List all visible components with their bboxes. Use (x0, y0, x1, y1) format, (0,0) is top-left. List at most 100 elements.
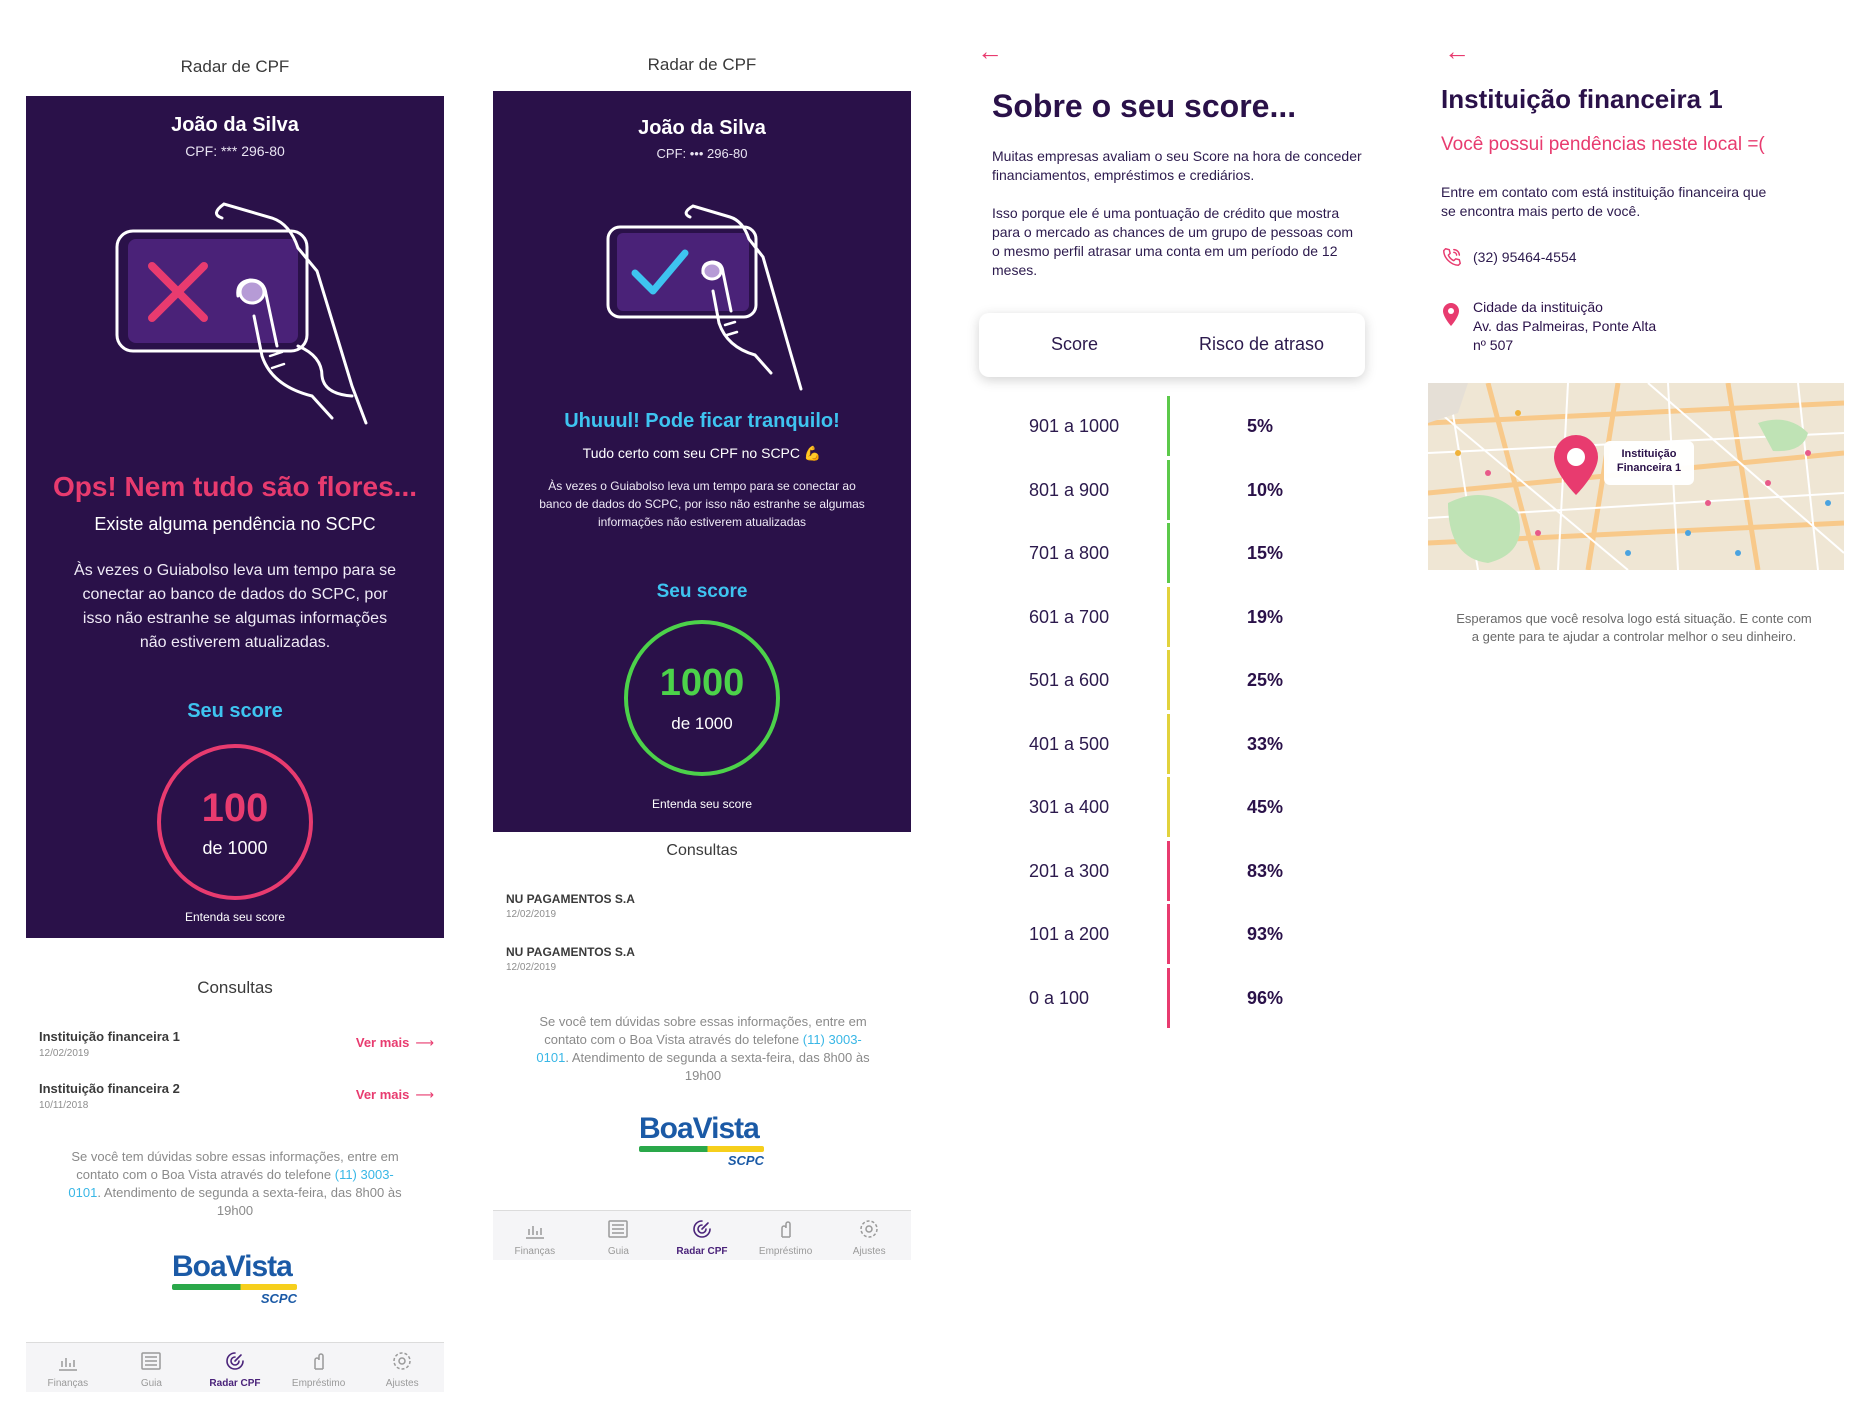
tab-bar: Finanças Guia Radar CPF Empréstimo Ajust… (493, 1210, 911, 1260)
consulta-name: NU PAGAMENTOS S.A (506, 945, 635, 959)
card-denied-illustration (115, 202, 368, 425)
ver-mais-link[interactable]: Ver mais ⟶ (356, 1035, 434, 1051)
boavista-logo: BoaVista SCPC (639, 1112, 764, 1168)
risk-color-bar (1167, 396, 1170, 456)
screen-score-negative: Radar de CPF João da Silva CPF: *** 296-… (26, 0, 444, 1419)
tab-emprestimo[interactable]: Empréstimo (744, 1211, 828, 1261)
score-of: de 1000 (202, 838, 268, 858)
gear-icon (393, 1352, 411, 1370)
back-arrow-icon[interactable]: ← (1444, 38, 1470, 64)
understand-score-link[interactable]: Entenda seu score (493, 797, 911, 811)
score-range: 901 a 1000 (1029, 416, 1120, 436)
risk-percent: 15% (1247, 543, 1284, 563)
tab-ajustes[interactable]: Ajustes (827, 1211, 911, 1261)
chart-icon (525, 1226, 544, 1239)
score-ring: 100 de 1000 (157, 744, 313, 900)
consulta-item[interactable]: Instituição financeira 1 12/02/2019 Ver … (39, 1029, 434, 1063)
location-pin-icon (1443, 303, 1459, 326)
tab-radar-cpf[interactable]: Radar CPF (193, 1343, 277, 1393)
arrow-right-icon: ⟶ (415, 1035, 434, 1050)
consulta-item[interactable]: Instituição financeira 2 10/11/2018 Ver … (39, 1081, 434, 1115)
tab-emprestimo[interactable]: Empréstimo (277, 1343, 361, 1393)
phone-number[interactable]: (32) 95464-4554 (1473, 249, 1577, 265)
score-row: 0 a 100 96% (977, 967, 1377, 1028)
consulta-item[interactable]: NU PAGAMENTOS S.A 12/02/2019 (506, 945, 901, 979)
consulta-item[interactable]: NU PAGAMENTOS S.A 12/02/2019 (506, 892, 901, 926)
consulta-name: Instituição financeira 2 (39, 1081, 180, 1096)
back-arrow-icon[interactable]: ← (977, 38, 1003, 64)
address-city: Cidade da instituição (1473, 299, 1603, 315)
nav-title: Radar de CPF (647, 55, 757, 74)
loan-icon (313, 1353, 324, 1370)
consulta-date: 12/02/2019 (506, 962, 557, 973)
score-of: de 1000 (671, 714, 733, 733)
consultas-title: Consultas (197, 978, 273, 997)
user-name: João da Silva (638, 117, 766, 139)
ver-mais-link[interactable]: Ver mais ⟶ (356, 1087, 434, 1103)
score-hero: João da Silva CPF: *** 296-80 Ops! Nem t… (26, 96, 444, 938)
tab-ajustes[interactable]: Ajustes (360, 1343, 444, 1393)
score-row: 701 a 800 15% (977, 523, 1377, 583)
risk-color-bar (1167, 650, 1170, 710)
risk-percent: 25% (1247, 670, 1284, 690)
risk-color-bar (1167, 967, 1170, 1028)
risk-percent: 19% (1247, 606, 1284, 627)
status-subhead: Existe alguma pendência no SCPC (94, 514, 376, 534)
score-title: Seu score (656, 581, 748, 602)
address-number: nº 507 (1473, 337, 1514, 353)
score-value: 100 (201, 786, 269, 830)
score-row: 301 a 400 45% (977, 777, 1377, 837)
page-title: Instituição financeira 1 (1441, 84, 1723, 114)
score-range: 101 a 200 (1029, 924, 1110, 944)
risk-percent: 33% (1247, 733, 1284, 754)
tab-guia[interactable]: Guia (577, 1211, 661, 1261)
location-map[interactable]: Instituição Financeira 1 (1428, 383, 1844, 570)
risk-color-bar (1167, 840, 1170, 901)
understand-score-link[interactable]: Entenda seu score (26, 910, 444, 924)
score-range: 0 a 100 (1029, 987, 1090, 1008)
score-row: 401 a 500 33% (977, 713, 1377, 774)
risk-percent: 45% (1247, 797, 1284, 817)
consulta-name: NU PAGAMENTOS S.A (506, 892, 635, 906)
risk-color-bar (1167, 904, 1170, 964)
tab-radar-cpf[interactable]: Radar CPF (660, 1211, 744, 1261)
map-marker-label: Instituição Financeira 1 (1616, 448, 1682, 474)
tab-financas[interactable]: Finanças (493, 1211, 577, 1261)
page-title: Sobre o seu score... (992, 88, 1297, 124)
gear-icon (860, 1220, 878, 1238)
tab-guia[interactable]: Guia (110, 1343, 194, 1393)
status-body: Às vezes o Guiabolso leva um tempo para … (74, 562, 396, 651)
help-text: Se você tem dúvidas sobre essas informaç… (536, 1014, 870, 1083)
consulta-date: 10/11/2018 (39, 1100, 89, 1111)
loan-icon (780, 1221, 791, 1238)
col-score-header: Score (1051, 334, 1099, 354)
risk-color-bar (1167, 523, 1170, 583)
status-body: Às vezes o Guiabolso leva um tempo para … (539, 479, 865, 529)
status-subhead: Tudo certo com seu CPF no SCPC 💪 (582, 445, 822, 461)
consulta-date: 12/02/2019 (506, 909, 557, 920)
radar-icon (693, 1220, 711, 1238)
consulta-date: 12/02/2019 (39, 1048, 90, 1059)
chart-icon (58, 1358, 77, 1371)
score-title: Seu score (187, 700, 283, 722)
status-headline: Uhuuul! Pode ficar tranquilo! (564, 410, 840, 432)
intro-paragraph: Muitas empresas avaliam o seu Score na h… (992, 148, 1362, 183)
score-row: 201 a 300 83% (977, 840, 1377, 901)
boavista-logo: BoaVista SCPC (172, 1250, 297, 1306)
guide-icon (608, 1220, 629, 1238)
score-range: 801 a 900 (1029, 479, 1110, 500)
risk-color-bar (1167, 713, 1170, 774)
pending-warning: Você possui pendências neste local =( (1441, 134, 1765, 155)
consulta-name: Instituição financeira 1 (39, 1029, 180, 1044)
radar-icon (226, 1352, 244, 1370)
tab-bar: Finanças Guia Radar CPF Empréstimo Ajust… (26, 1342, 444, 1392)
risk-color-bar (1167, 459, 1170, 520)
risk-percent: 10% (1247, 479, 1284, 500)
score-range: 401 a 500 (1029, 733, 1110, 754)
guide-icon (141, 1352, 162, 1370)
risk-color-bar (1167, 777, 1170, 837)
tab-financas[interactable]: Finanças (26, 1343, 110, 1393)
risk-percent: 5% (1247, 416, 1274, 436)
screen-score-positive: Radar de CPF João da Silva CPF: ••• 296-… (493, 0, 911, 1419)
score-range: 201 a 300 (1029, 860, 1110, 881)
